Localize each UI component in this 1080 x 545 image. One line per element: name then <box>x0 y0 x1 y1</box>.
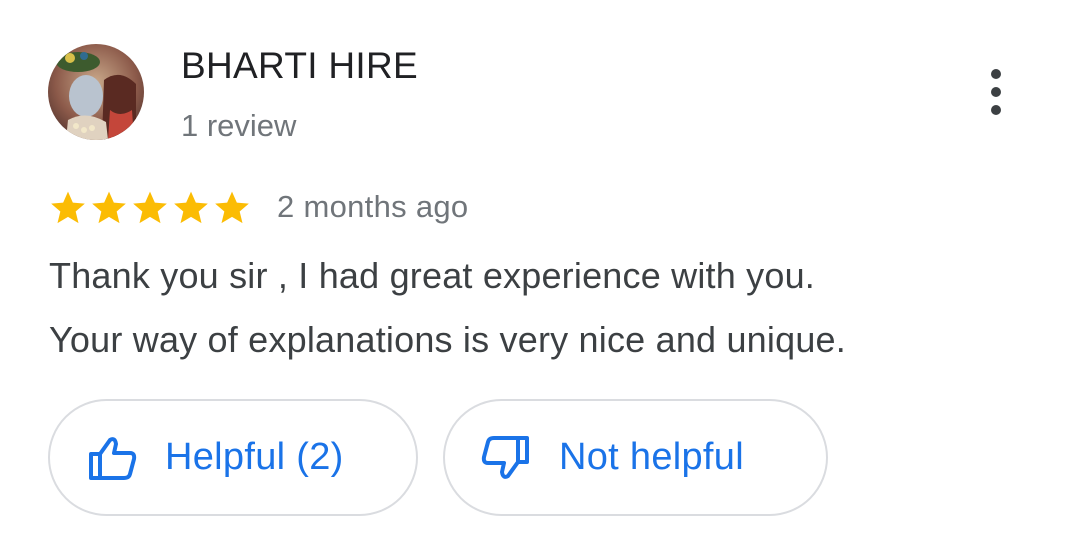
review-time: 2 months ago <box>277 189 469 224</box>
more-vert-icon-dot <box>991 87 1001 97</box>
review-text-line: Your way of explanations is very nice an… <box>49 319 846 360</box>
helpful-label: Helpful (2) <box>165 436 344 478</box>
avatar[interactable] <box>48 44 144 140</box>
more-vert-icon-dot <box>991 69 1001 79</box>
star-icon <box>51 191 85 224</box>
reviewer-name[interactable]: BHARTI HIRE <box>181 44 418 88</box>
star-icon <box>133 191 167 224</box>
thumb-up-icon <box>89 436 137 480</box>
star-icon <box>215 191 249 224</box>
more-options-button[interactable] <box>970 64 1022 120</box>
avatar-image <box>48 44 144 140</box>
star-rating <box>48 188 252 228</box>
more-vert-icon-dot <box>991 105 1001 115</box>
star-icon <box>174 191 208 224</box>
review-text-line: Thank you sir , I had great experience w… <box>49 255 816 296</box>
star-icon <box>92 191 126 224</box>
reviewer-review-count: 1 review <box>181 108 297 143</box>
review-text[interactable]: Thank you sir , I had great experience w… <box>49 244 1049 372</box>
thumb-down-icon <box>481 435 529 479</box>
not-helpful-label: Not helpful <box>559 436 744 478</box>
not-helpful-button[interactable]: Not helpful <box>443 399 828 516</box>
helpful-button[interactable]: Helpful (2) <box>48 399 418 516</box>
